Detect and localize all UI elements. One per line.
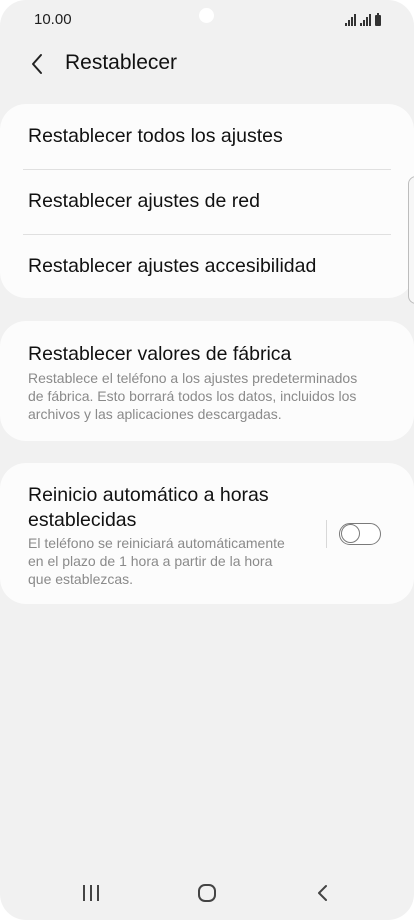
phone-screen: 10.00 Restablecer Restablecer todos los … [0,0,414,920]
back-arrow-icon [32,54,42,74]
signal-icon [345,14,356,26]
auto-restart-item[interactable]: Reinicio automático a horas establecidas… [0,463,414,604]
recent-apps-button[interactable] [61,868,121,918]
home-icon [198,884,216,902]
back-button[interactable] [22,49,52,79]
back-icon [318,885,327,901]
status-time: 10.00 [34,11,72,28]
auto-restart-title-line: establecidas [28,509,137,531]
status-icons [345,12,381,26]
auto-restart-title-line: Reinicio automático a horas [28,484,269,506]
camera-cutout [199,8,214,23]
factory-reset-title: Restablecer valores de fábrica [28,343,292,365]
auto-restart-description-line: que establezcas. [28,571,134,587]
home-button[interactable] [177,868,237,918]
signal-icon [360,14,371,26]
auto-restart-description-line: El teléfono se reiniciará automáticament… [28,535,285,551]
reset-all-settings-item[interactable]: Restablecer todos los ajustes [0,105,414,169]
page-title: Restablecer [65,51,178,74]
reset-network-settings-label: Restablecer ajustes de red [28,190,260,212]
reset-accessibility-settings-label: Restablecer ajustes accesibilidad [28,255,317,277]
reset-options-card: Restablecer todos los ajustes Restablece… [0,104,414,298]
auto-restart-description-line: en el plazo de 1 hora a partir de la hor… [28,553,273,569]
app-header: Restablecer [0,40,414,90]
status-bar: 10.00 [0,0,414,40]
vertical-divider [326,520,327,548]
factory-reset-description-line: archivos y las aplicaciones descargadas. [28,406,282,422]
reset-accessibility-settings-item[interactable]: Restablecer ajustes accesibilidad [0,235,414,299]
factory-reset-description-line: de fábrica. Esto borrará todos los datos… [28,388,357,404]
factory-reset-description-line: Restablece el teléfono a los ajustes pre… [28,370,358,386]
nav-back-button[interactable] [293,868,353,918]
auto-restart-toggle[interactable] [339,523,381,545]
reset-network-settings-item[interactable]: Restablecer ajustes de red [0,170,414,234]
recent-apps-icon [83,885,99,901]
toggle-knob [341,524,360,543]
reset-all-settings-label: Restablecer todos los ajustes [28,125,283,147]
battery-icon [375,13,381,26]
scroll-handle[interactable] [408,176,414,304]
navigation-bar [0,868,414,918]
factory-reset-item[interactable]: Restablecer valores de fábrica Restablec… [0,321,414,441]
